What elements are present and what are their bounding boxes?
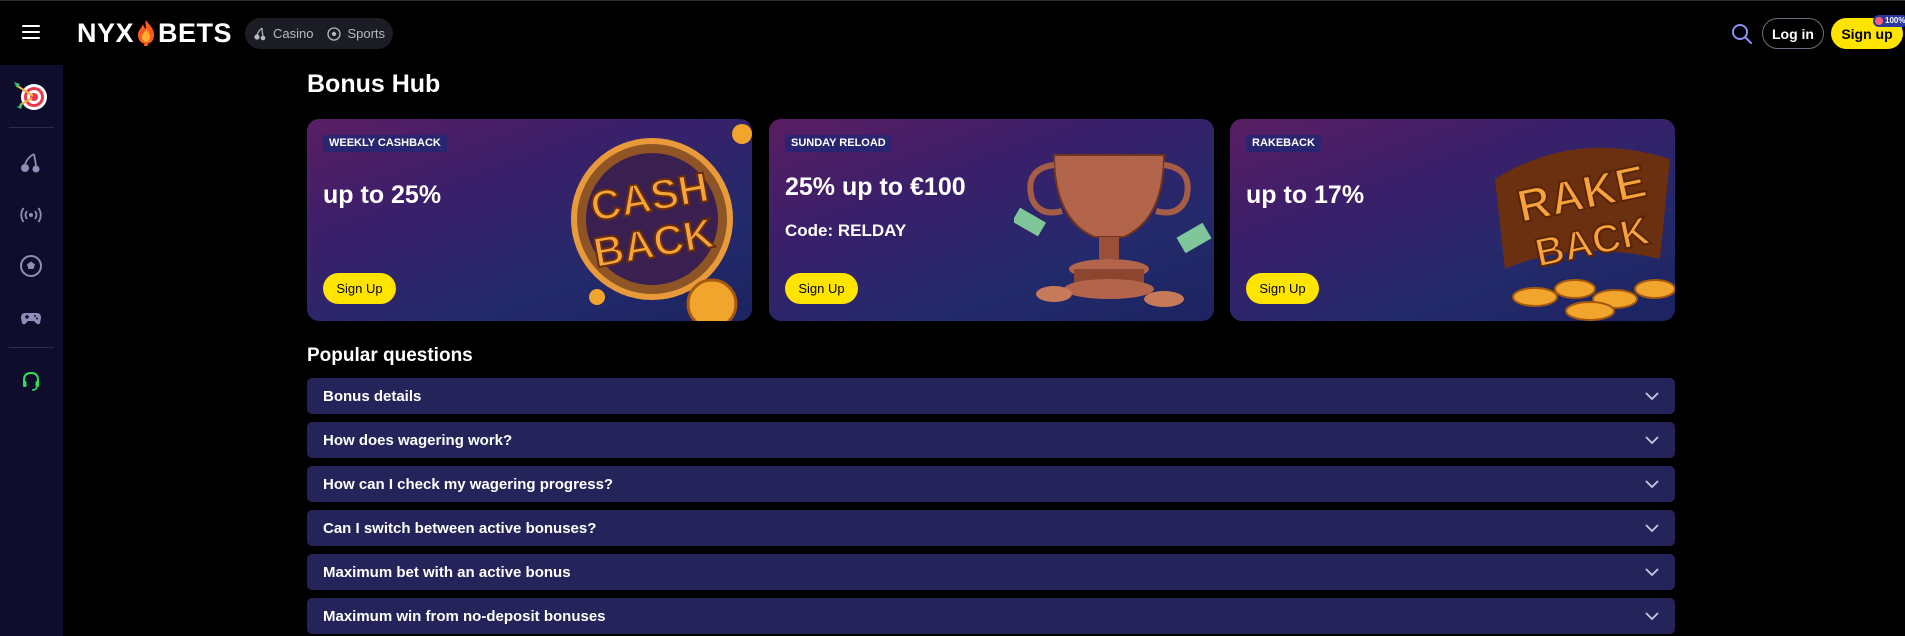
- faq-item[interactable]: How does wagering work?: [307, 422, 1675, 458]
- rakeback-artwork: RAKE BACK: [1495, 147, 1675, 321]
- sidebar-item-live[interactable]: [19, 203, 43, 227]
- search-icon[interactable]: [1730, 22, 1754, 46]
- sidebar-item-casino[interactable]: [19, 151, 43, 175]
- sidebar-divider: [9, 127, 54, 128]
- chevron-down-icon: [1645, 612, 1659, 621]
- faq-title: Popular questions: [307, 345, 473, 366]
- top-header: NYX BETS Casino Sports Log in Sign up 10…: [0, 0, 1905, 65]
- card-tag: RAKEBACK: [1246, 135, 1321, 152]
- bonus-card-rakeback[interactable]: RAKE BACK RAKEBACK up to 17% Sign Up: [1230, 119, 1675, 321]
- nav-casino-label: Casino: [273, 26, 314, 41]
- bonus-card-sunday-reload[interactable]: SUNDAY RELOAD 25% up to €100 Code: RELDA…: [769, 119, 1214, 321]
- main-nav: Casino Sports: [245, 18, 394, 49]
- faq-item[interactable]: How can I check my wagering progress?: [307, 466, 1675, 502]
- sidebar-item-support[interactable]: [19, 369, 43, 393]
- chevron-down-icon: [1645, 480, 1659, 489]
- chevron-down-icon: [1645, 524, 1659, 533]
- faq-question: Maximum win from no-deposit bonuses: [323, 607, 606, 625]
- card-signup-button[interactable]: Sign Up: [785, 273, 858, 304]
- trophy-artwork: [1014, 154, 1212, 307]
- card-amount: up to 17%: [1246, 181, 1365, 209]
- faq-question: How does wagering work?: [323, 431, 513, 449]
- nav-casino[interactable]: Casino: [253, 26, 313, 41]
- login-button[interactable]: Log in: [1762, 18, 1824, 49]
- faq-item[interactable]: Bonus details: [307, 378, 1675, 414]
- card-tag: SUNDAY RELOAD: [785, 135, 892, 152]
- bonus-badge: 100%: [1873, 15, 1905, 27]
- faq-item[interactable]: Maximum bet with an active bonus: [307, 554, 1675, 590]
- chevron-down-icon: [1645, 392, 1659, 401]
- faq-question: Can I switch between active bonuses?: [323, 519, 597, 537]
- promo-code: Code: RELDAY: [785, 221, 907, 240]
- faq-question: Maximum bet with an active bonus: [323, 563, 571, 581]
- menu-icon[interactable]: [22, 25, 40, 41]
- brand-name-right: BETS: [158, 17, 233, 48]
- nav-sports[interactable]: Sports: [327, 26, 385, 41]
- nav-sports-label: Sports: [347, 26, 386, 41]
- bonus-card-cashback[interactable]: CASH BACK WEEKLY CASHBACK up to 25% Sign…: [307, 119, 752, 321]
- faq-question: How can I check my wagering progress?: [323, 475, 614, 493]
- card-amount: 25% up to €100: [785, 173, 966, 201]
- brand-logo[interactable]: NYX BETS: [77, 18, 232, 48]
- card-amount: up to 25%: [323, 181, 442, 209]
- card-tag: WEEKLY CASHBACK: [323, 135, 447, 152]
- sidebar-item-sports[interactable]: [19, 254, 43, 278]
- brand-name-left: NYX: [77, 17, 135, 48]
- faq-item[interactable]: Can I switch between active bonuses?: [307, 510, 1675, 546]
- faq-question: Bonus details: [323, 387, 422, 405]
- card-signup-button[interactable]: Sign Up: [1246, 273, 1319, 304]
- sidebar-item-promotions[interactable]: [0, 65, 63, 127]
- cashback-artwork: CASH BACK: [571, 124, 752, 321]
- target-darts-icon: [13, 82, 47, 110]
- page-title: Bonus Hub: [307, 70, 441, 98]
- card-signup-button[interactable]: Sign Up: [323, 273, 396, 304]
- flame-spade-icon: [138, 20, 155, 46]
- soccer-ball-icon: [327, 26, 342, 41]
- sidebar-divider: [9, 347, 54, 348]
- chevron-down-icon: [1645, 568, 1659, 577]
- cherries-icon: [254, 27, 266, 40]
- chevron-down-icon: [1645, 436, 1659, 445]
- sidebar: [0, 65, 63, 636]
- faq-item[interactable]: Maximum win from no-deposit bonuses: [307, 598, 1675, 634]
- sidebar-item-games[interactable]: [19, 306, 43, 330]
